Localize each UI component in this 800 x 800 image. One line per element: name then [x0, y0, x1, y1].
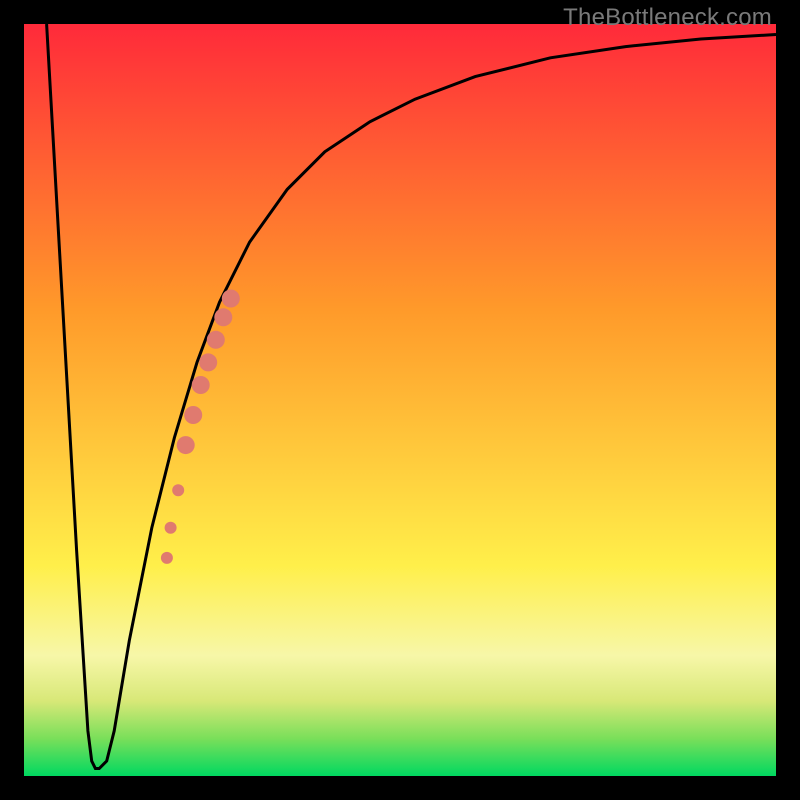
highlight-dot: [207, 331, 225, 349]
highlight-dot: [222, 290, 240, 308]
highlight-dot: [161, 552, 173, 564]
highlight-dot: [177, 436, 195, 454]
gradient-background: [24, 24, 776, 776]
highlight-dot: [184, 406, 202, 424]
highlight-dot: [165, 522, 177, 534]
highlight-dot: [199, 353, 217, 371]
highlight-dot: [172, 484, 184, 496]
bottleneck-chart: [24, 24, 776, 776]
chart-frame: [24, 24, 776, 776]
highlight-dot: [214, 308, 232, 326]
watermark-text: TheBottleneck.com: [563, 4, 772, 32]
highlight-dot: [192, 376, 210, 394]
